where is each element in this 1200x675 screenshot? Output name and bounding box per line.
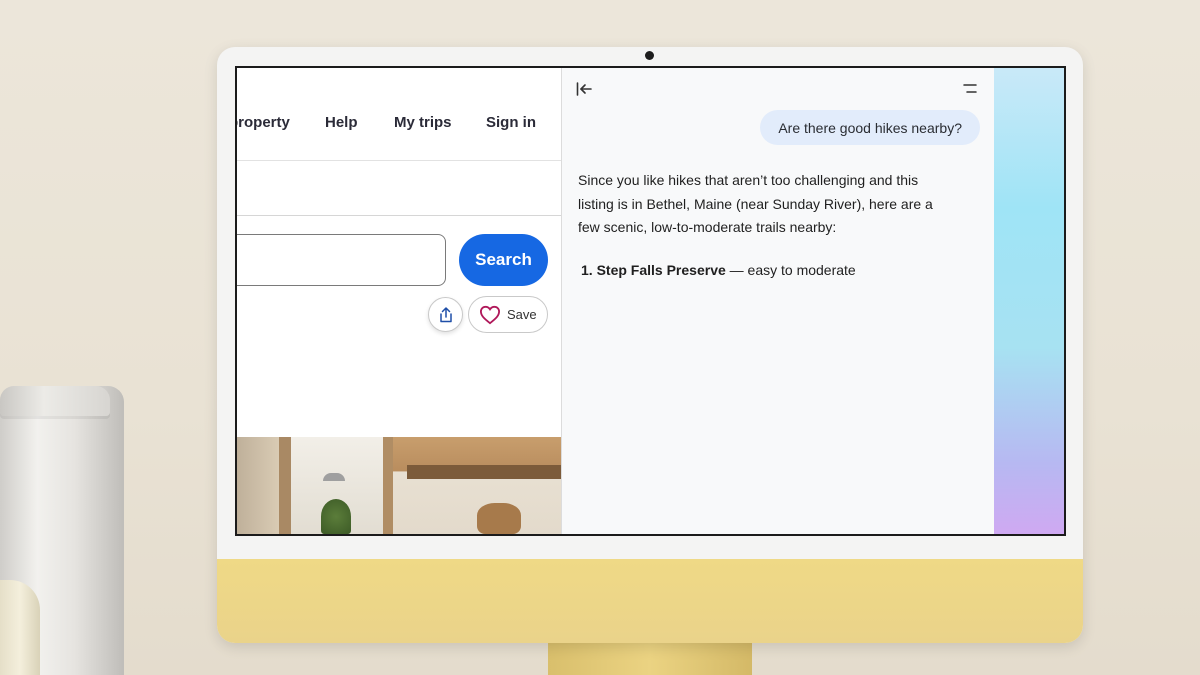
monitor-chin <box>217 559 1083 643</box>
search-button[interactable]: Search <box>459 234 548 286</box>
user-message-bubble: Are there good hikes nearby? <box>760 110 980 145</box>
share-button[interactable] <box>428 297 463 332</box>
photo-basket <box>477 503 521 534</box>
photo-lamp <box>323 473 345 481</box>
assistant-answer: Since you like hikes that aren’t too cha… <box>578 172 933 235</box>
listing-photo[interactable] <box>237 437 561 534</box>
save-button[interactable]: Save <box>468 296 548 333</box>
list-item-number: 1. <box>581 262 593 278</box>
list-item-title: Step Falls Preserve <box>596 262 726 278</box>
photo-window-frame <box>279 437 291 534</box>
assistant-panel: Are there good hikes nearby? Since you l… <box>562 68 994 534</box>
search-input[interactable] <box>237 234 446 286</box>
vase-neck <box>0 386 110 416</box>
nav-my-trips[interactable]: My trips <box>394 114 452 131</box>
heart-icon <box>479 305 501 324</box>
camera-icon <box>645 51 654 60</box>
collapse-left-icon[interactable] <box>575 80 593 98</box>
desktop-wallpaper <box>994 68 1064 534</box>
small-vase <box>0 580 40 675</box>
nav-sign-in[interactable]: Sign in <box>486 114 536 131</box>
photo-plant <box>321 499 351 534</box>
monitor-stand <box>548 643 752 675</box>
site-header: property Help My trips Sign in <box>237 68 561 161</box>
nav-help[interactable]: Help <box>325 114 358 131</box>
screen: property Help My trips Sign in Search Sa… <box>235 66 1066 536</box>
share-icon <box>439 306 452 322</box>
photo-wall <box>237 437 279 534</box>
list-item-detail: — easy to moderate <box>725 262 856 278</box>
menu-icon[interactable] <box>962 82 978 96</box>
photo-window-frame-right <box>383 437 393 534</box>
list-item: 1. Step Falls Preserve — easy to moderat… <box>581 262 856 278</box>
nav-list-property[interactable]: property <box>237 114 290 131</box>
section-divider <box>237 215 561 216</box>
travel-site: property Help My trips Sign in Search Sa… <box>237 68 561 534</box>
photo-shelf <box>407 465 561 479</box>
save-label: Save <box>507 307 537 322</box>
